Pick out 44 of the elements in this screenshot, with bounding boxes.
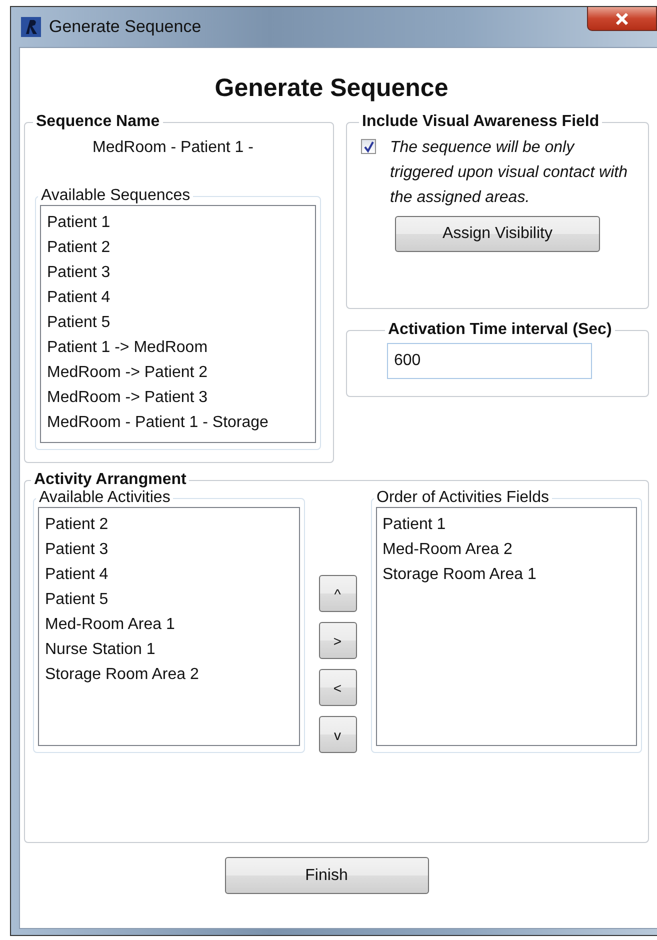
group-label: Available Activities — [38, 489, 172, 507]
activity-list[interactable]: Patient 2 Patient 3 Patient 4 Patient 5 Med-Room Area 1 Nurse Station 1 Storage Room Area 2 — [38, 507, 300, 746]
list-item[interactable]: Patient 5 — [47, 310, 309, 335]
assign-visibility-button[interactable]: Assign Visibility — [395, 216, 600, 252]
list-item[interactable]: Patient 4 — [47, 285, 309, 310]
sequence-list[interactable]: Patient 1 Patient 2 Patient 3 Patient 4 Patient 5 Patient 1 -> MedRoom MedRoom -> Patient 2 MedRoom -> Patient 3 MedRoom - Patient 1 - Storage — [40, 205, 316, 443]
list-item[interactable]: Patient 1 — [382, 512, 630, 537]
window-title: Generate Sequence — [49, 17, 202, 37]
move-button[interactable]: > — [318, 622, 356, 659]
checkbox[interactable] — [361, 139, 376, 154]
list-item[interactable]: Nurse Station 1 — [45, 637, 292, 662]
list-item[interactable]: Med-Room Area 2 — [382, 537, 630, 562]
dialog-heading: Generate Sequence — [214, 74, 450, 103]
list-item[interactable]: Storage Room Area 2 — [45, 662, 292, 687]
list-item[interactable]: Patient 1 -> MedRoom — [47, 335, 309, 360]
list-item[interactable]: Patient 1 — [47, 210, 309, 235]
list-item[interactable]: Patient 2 — [45, 512, 292, 537]
list-item[interactable]: MedRoom - Patient 1 - Storage — [47, 410, 309, 435]
checkbox-description: The sequence will be only triggered upon visual contact with the assigned areas. — [390, 138, 628, 208]
list-item[interactable]: Patient 5 — [45, 587, 292, 612]
move-button[interactable]: v — [318, 716, 356, 753]
list-item[interactable]: Patient 3 — [47, 260, 309, 285]
group-label: Sequence Name — [35, 113, 161, 131]
activity-list[interactable]: Patient 1 Med-Room Area 2 Storage Room Area 1 — [376, 507, 637, 746]
list-item[interactable]: Storage Room Area 1 — [382, 562, 630, 587]
list-item[interactable]: Med-Room Area 1 — [45, 612, 292, 637]
move-button[interactable]: < — [318, 669, 356, 706]
list-item[interactable]: MedRoom -> Patient 3 — [47, 385, 309, 410]
list-item[interactable]: Patient 3 — [45, 537, 292, 562]
group-label: Available Sequences — [40, 187, 192, 205]
interval-input-field[interactable]: 600 — [387, 343, 592, 379]
group-label: Activity Arrangment — [33, 471, 188, 489]
app-icon — [21, 17, 41, 37]
list-item[interactable]: MedRoom -> Patient 2 — [47, 360, 309, 385]
group-label: Activation Time interval (Sec) — [387, 321, 613, 339]
list-item[interactable]: Patient 4 — [45, 562, 292, 587]
list-item[interactable]: Patient 2 — [47, 235, 309, 260]
close-icon — [614, 12, 630, 24]
move-button[interactable]: ^ — [318, 575, 356, 612]
finish-button[interactable]: Finish — [224, 857, 428, 894]
close-button[interactable] — [587, 7, 657, 31]
group-label: Include Visual Awareness Field — [361, 113, 600, 131]
sequence-name: MedRoom - Patient 1 - — [92, 139, 254, 157]
group-label: Order of Activities Fields — [376, 489, 550, 507]
